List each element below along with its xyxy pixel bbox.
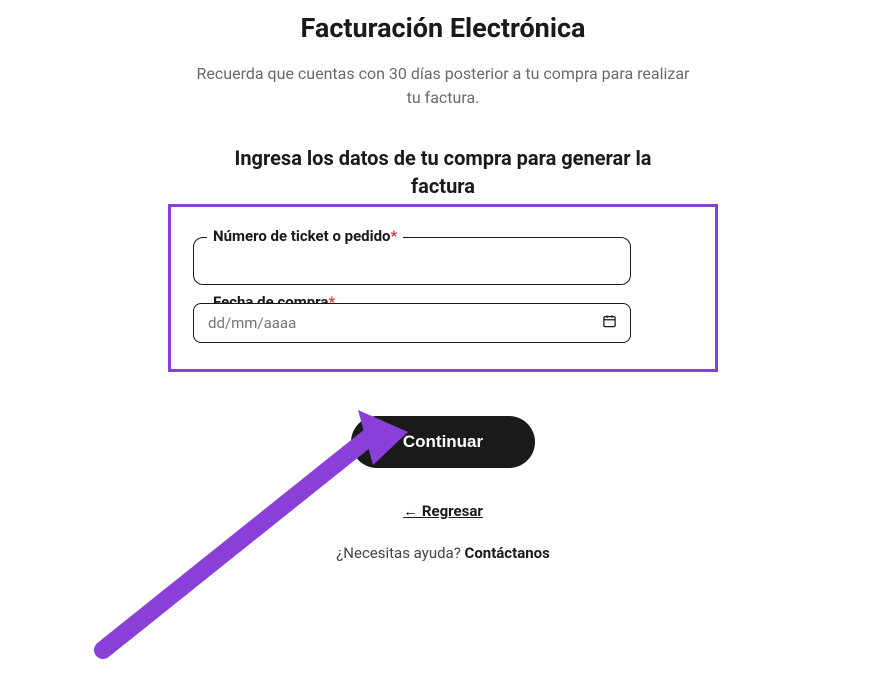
- date-field-group: Fecha de compra*: [193, 303, 693, 343]
- highlight-annotation-box: Número de ticket o pedido* Fecha de comp…: [168, 204, 718, 372]
- page-title: Facturación Electrónica: [301, 12, 586, 44]
- form-heading: Ingresa los datos de tu compra para gene…: [213, 144, 673, 200]
- required-star: *: [391, 227, 398, 245]
- help-text: ¿Necesitas ayuda? Contáctanos: [336, 544, 550, 562]
- contact-link[interactable]: Contáctanos: [465, 544, 550, 562]
- back-link[interactable]: ← Regresar: [403, 502, 483, 520]
- page-subtitle: Recuerda que cuentas con 30 días posteri…: [193, 62, 693, 110]
- ticket-field-group: Número de ticket o pedido*: [193, 237, 693, 285]
- date-input[interactable]: [193, 303, 631, 343]
- continue-button[interactable]: Continuar: [351, 416, 535, 468]
- ticket-label: Número de ticket o pedido*: [207, 227, 403, 245]
- help-question: ¿Necesitas ayuda?: [336, 544, 464, 562]
- ticket-label-text: Número de ticket o pedido: [213, 227, 391, 245]
- date-input-wrapper: [193, 303, 631, 343]
